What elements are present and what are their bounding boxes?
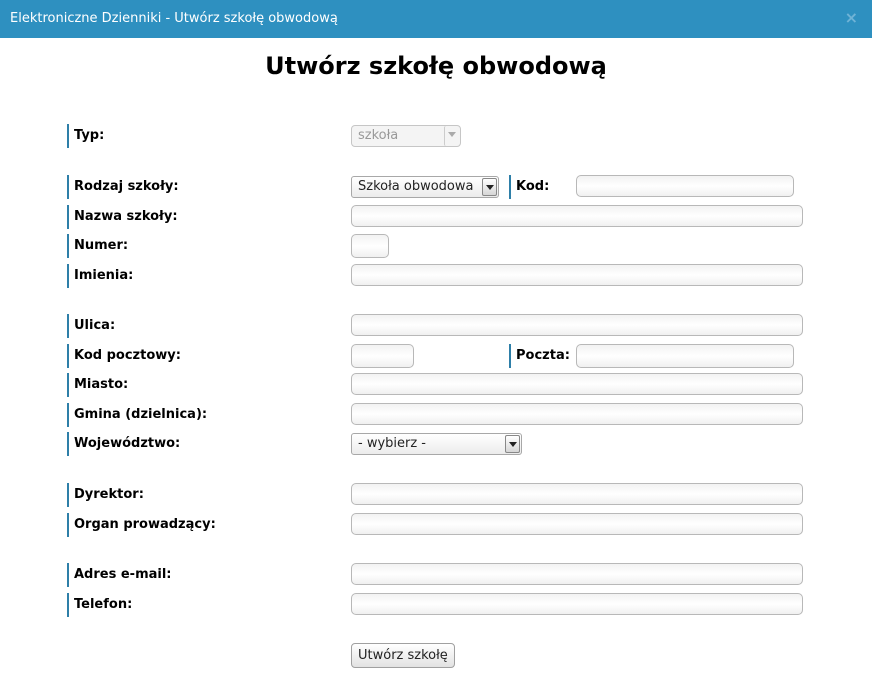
ulica-input[interactable] xyxy=(351,314,803,336)
chevron-down-icon[interactable] xyxy=(505,435,520,453)
wojewodztwo-value: - wybierz - xyxy=(358,436,427,451)
wojewodztwo-label: Województwo: xyxy=(67,432,180,456)
kod-pocztowy-label: Kod pocztowy: xyxy=(67,344,181,368)
rodzaj-szkoly-value: Szkoła obwodowa xyxy=(358,179,474,194)
typ-label: Typ: xyxy=(67,124,104,148)
gmina-input[interactable] xyxy=(351,403,803,425)
numer-label: Numer: xyxy=(67,234,128,258)
miasto-input[interactable] xyxy=(351,373,803,395)
close-icon[interactable]: × xyxy=(845,8,858,27)
dyrektor-input[interactable] xyxy=(351,483,803,505)
nazwa-szkoly-label: Nazwa szkoły: xyxy=(67,205,178,229)
organ-prowadzacy-input[interactable] xyxy=(351,513,803,535)
imienia-label: Imienia: xyxy=(67,264,133,288)
organ-prowadzacy-label: Organ prowadzący: xyxy=(67,513,216,537)
nazwa-szkoly-input[interactable] xyxy=(351,205,803,227)
create-school-button[interactable]: Utwórz szkołę xyxy=(351,643,455,668)
ulica-label: Ulica: xyxy=(67,314,115,338)
typ-select: szkoła xyxy=(351,125,461,147)
rodzaj-szkoly-label: Rodzaj szkoły: xyxy=(67,175,179,199)
window-titlebar: Elektroniczne Dzienniki - Utwórz szkołę … xyxy=(0,0,872,38)
email-label: Adres e-mail: xyxy=(67,563,172,587)
kod-input[interactable] xyxy=(576,175,794,197)
dyrektor-label: Dyrektor: xyxy=(67,483,144,507)
telefon-label: Telefon: xyxy=(67,593,132,617)
typ-select-value: szkoła xyxy=(358,128,399,143)
numer-input[interactable] xyxy=(351,234,389,258)
email-input[interactable] xyxy=(351,563,803,585)
telefon-input[interactable] xyxy=(351,593,803,615)
wojewodztwo-select[interactable]: - wybierz - xyxy=(351,433,522,455)
gmina-label: Gmina (dzielnica): xyxy=(67,403,207,427)
page-title: Utwórz szkołę obwodową xyxy=(265,52,607,80)
miasto-label: Miasto: xyxy=(67,373,128,397)
chevron-down-icon[interactable] xyxy=(482,178,497,196)
rodzaj-szkoly-select[interactable]: Szkoła obwodowa xyxy=(351,176,499,198)
window-title: Elektroniczne Dzienniki - Utwórz szkołę … xyxy=(10,11,338,26)
poczta-input[interactable] xyxy=(576,344,794,368)
kod-pocztowy-input[interactable] xyxy=(351,344,414,368)
kod-label: Kod: xyxy=(509,175,549,199)
chevron-down-icon xyxy=(444,126,459,146)
poczta-label: Poczta: xyxy=(509,344,570,368)
imienia-input[interactable] xyxy=(351,264,803,286)
